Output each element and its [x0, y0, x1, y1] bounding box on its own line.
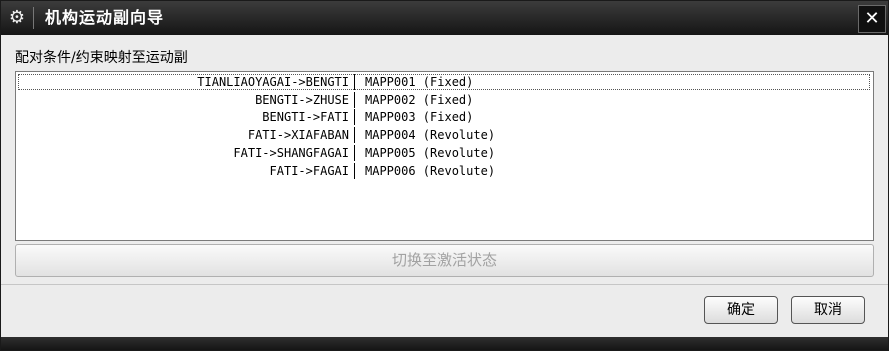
close-button[interactable]: ✕ [858, 5, 886, 33]
switch-to-active-button[interactable]: 切换至激活状态 [15, 244, 874, 277]
column-divider [354, 92, 355, 108]
joint-name: MAPP001 (Fixed) [365, 75, 474, 89]
joint-name: MAPP004 (Revolute) [365, 128, 496, 142]
joint-name: MAPP006 (Revolute) [365, 164, 496, 178]
dialog-title: 机构运动副向导 [45, 8, 165, 27]
cancel-button[interactable]: 取消 [791, 296, 865, 324]
divider [1, 284, 888, 285]
mapping-section-label: 配对条件/约束映射至运动副 [15, 50, 188, 66]
bottom-frame-bar [1, 337, 888, 350]
constraint-name: BENGTI->FATI [262, 110, 349, 124]
motion-joint-wizard-dialog: ⚙ 机构运动副向导 ✕ 配对条件/约束映射至运动副 TIANLIAOYAGAI-… [0, 0, 889, 351]
constraint-name: TIANLIAOYAGAI->BENGTI [197, 75, 349, 89]
ok-button[interactable]: 确定 [704, 296, 778, 324]
list-item[interactable]: BENGTI->FATI MAPP003 (Fixed) [18, 109, 870, 125]
title-separator [33, 7, 34, 29]
title-bar[interactable]: ⚙ 机构运动副向导 ✕ [1, 1, 888, 35]
list-item[interactable]: FATI->XIAFABAN MAPP004 (Revolute) [18, 127, 870, 143]
column-divider [354, 74, 355, 90]
joint-name: MAPP005 (Revolute) [365, 146, 496, 160]
list-item[interactable]: BENGTI->ZHUSE MAPP002 (Fixed) [18, 92, 870, 108]
constraint-name: BENGTI->ZHUSE [255, 93, 349, 107]
joint-name: MAPP002 (Fixed) [365, 93, 474, 107]
constraint-name: FATI->XIAFABAN [247, 128, 349, 142]
constraint-name: FATI->SHANGFAGAI [233, 146, 349, 160]
gear-icon: ⚙ [8, 7, 26, 28]
column-divider [354, 145, 355, 161]
mapping-list[interactable]: TIANLIAOYAGAI->BENGTI MAPP001 (Fixed) BE… [15, 71, 874, 241]
list-item[interactable]: FATI->FAGAI MAPP006 (Revolute) [18, 163, 870, 179]
list-item[interactable]: FATI->SHANGFAGAI MAPP005 (Revolute) [18, 145, 870, 161]
column-divider [354, 163, 355, 179]
close-icon: ✕ [864, 8, 880, 29]
column-divider [354, 109, 355, 125]
joint-name: MAPP003 (Fixed) [365, 110, 474, 124]
list-item[interactable]: TIANLIAOYAGAI->BENGTI MAPP001 (Fixed) [18, 74, 870, 90]
column-divider [354, 127, 355, 143]
constraint-name: FATI->FAGAI [269, 164, 349, 178]
